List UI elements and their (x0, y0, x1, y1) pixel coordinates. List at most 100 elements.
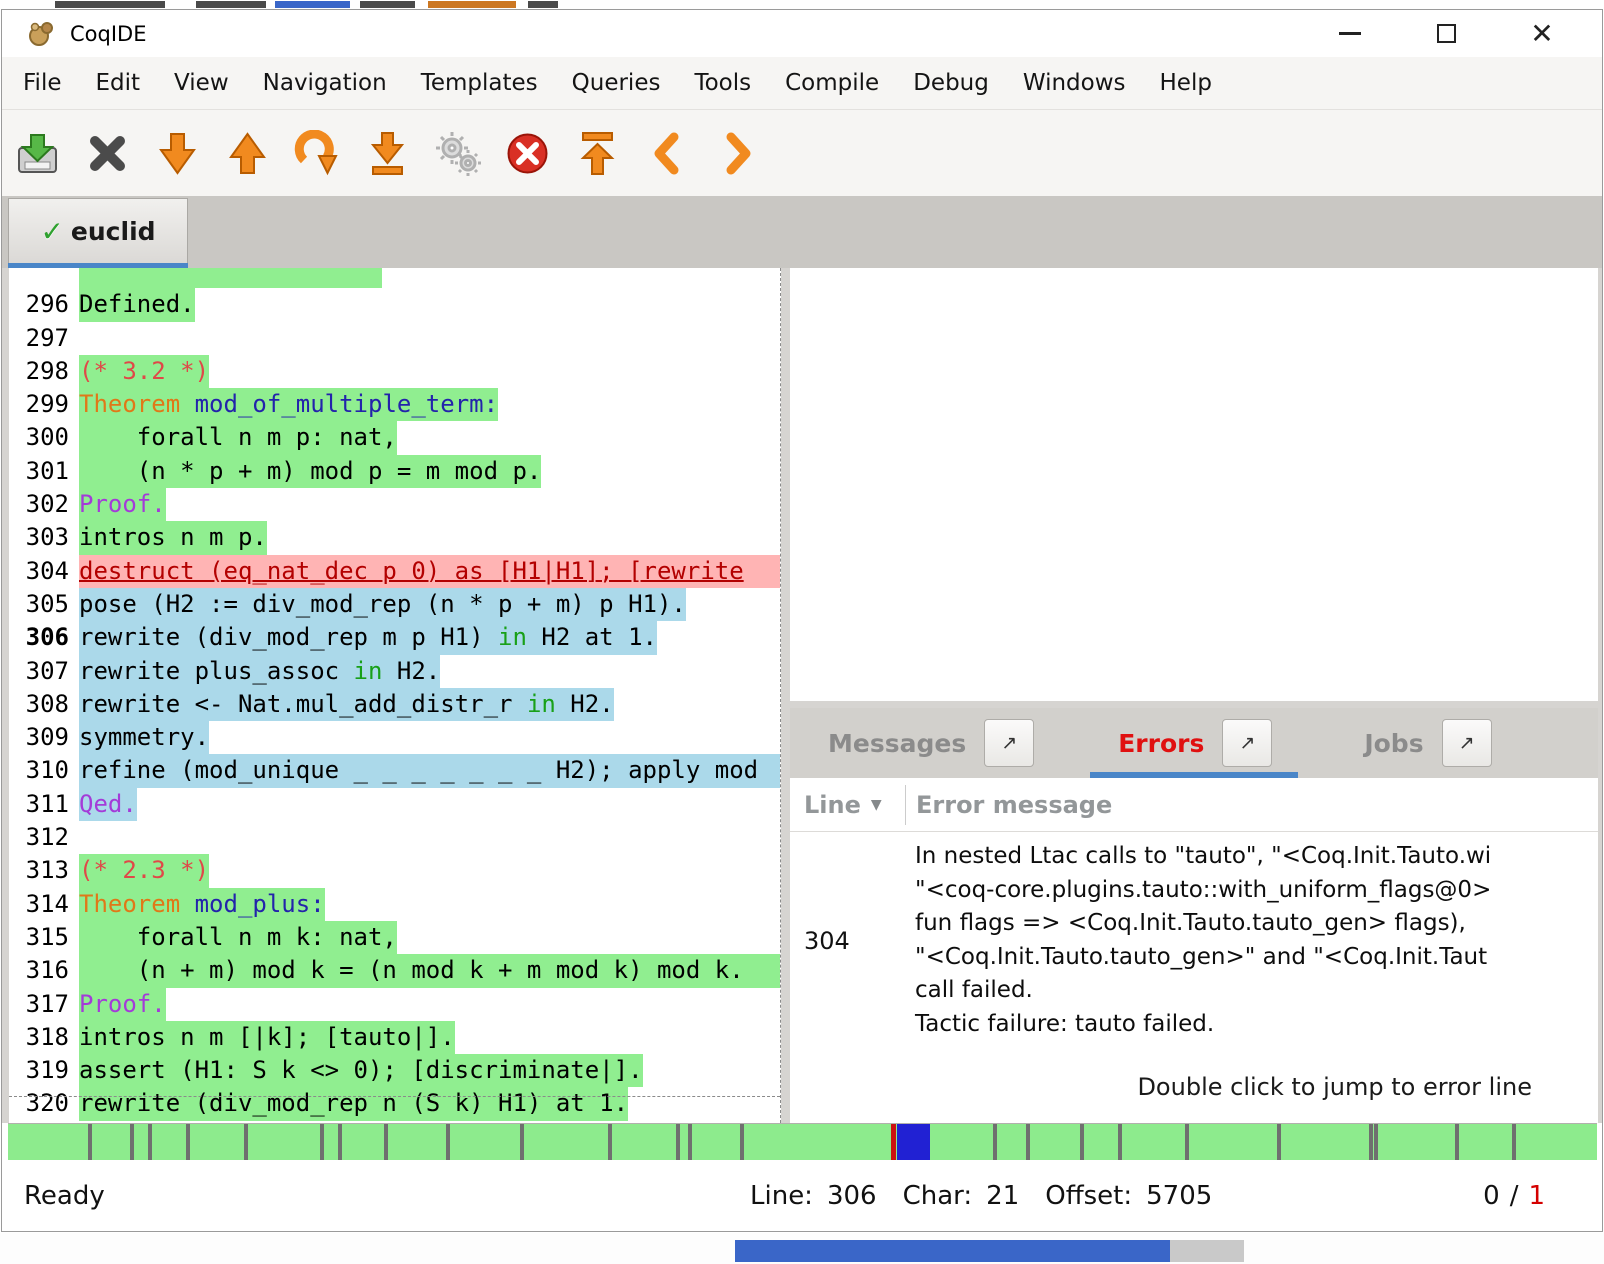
vertical-splitter[interactable] (781, 268, 790, 1123)
line-number: 299 (9, 388, 79, 421)
code-line[interactable]: 307rewrite plus_assoc in H2. (9, 655, 780, 688)
code-line[interactable]: 310refine (mod_unique _ _ _ _ _ _ _ H2);… (9, 754, 780, 787)
menu-navigation[interactable]: Navigation (246, 70, 404, 96)
code-line[interactable]: 317Proof. (9, 988, 780, 1021)
progress-tick (1277, 1124, 1281, 1160)
counter-separator: / (1510, 1181, 1519, 1211)
code-line[interactable]: 303intros n m p. (9, 521, 780, 554)
code-line[interactable]: 316 (n + m) mod k = (n mod k + m mod k) … (9, 954, 780, 987)
code-line[interactable]: 318intros n m [|k]; [tauto|]. (9, 1021, 780, 1054)
close-buffer-button[interactable] (84, 130, 131, 177)
menu-windows[interactable]: Windows (1006, 70, 1143, 96)
tab-euclid[interactable]: ✓ euclid (8, 198, 188, 263)
code-line[interactable]: 296Defined. (9, 288, 780, 321)
menu-tools[interactable]: Tools (677, 70, 768, 96)
code-line[interactable]: 319assert (H1: S k <> 0); [discriminate|… (9, 1054, 780, 1087)
next-occurrence-button[interactable] (714, 130, 761, 177)
code-line[interactable]: 304destruct (eq_nat_dec p 0) as [H1|H1];… (9, 555, 780, 588)
minimize-button[interactable] (1328, 12, 1372, 56)
detach-errors-button[interactable]: ↗ (1222, 719, 1272, 767)
menu-templates[interactable]: Templates (404, 70, 555, 96)
code-line[interactable]: 312 (9, 821, 780, 854)
code-line[interactable]: 313(* 2.3 *) (9, 854, 780, 887)
progress-tick (1455, 1124, 1459, 1160)
menu-debug[interactable]: Debug (896, 70, 1006, 96)
menu-queries[interactable]: Queries (555, 70, 678, 96)
code-line[interactable]: 301 (n * p + m) mod p = m mod p. (9, 455, 780, 488)
code-line[interactable]: 298(* 3.2 *) (9, 355, 780, 388)
fully-check-icon (434, 130, 481, 177)
detach-jobs-button[interactable]: ↗ (1442, 719, 1492, 767)
detach-icon: ↗ (1001, 732, 1017, 754)
code-text: forall n m k: nat, (79, 921, 397, 954)
editor-lines: 296Defined.297298(* 3.2 *)299Theorem mod… (9, 268, 780, 1121)
error-counter: 0 / 1 (1483, 1181, 1545, 1211)
code-text: pose (H2 := div_mod_rep (n * p + m) p H1… (79, 588, 686, 621)
code-line[interactable]: 302Proof. (9, 488, 780, 521)
tab-jobs[interactable]: Jobs (1364, 729, 1423, 758)
tab-errors[interactable]: Errors (1118, 729, 1204, 758)
error-message-line: fun flags => <Coq.Init.Tauto.tauto_gen> … (915, 907, 1598, 941)
code-line[interactable]: 300 forall n m p: nat, (9, 421, 780, 454)
counter-right: 1 (1528, 1181, 1545, 1211)
menu-file[interactable]: File (6, 70, 79, 96)
progress-tick (446, 1124, 450, 1160)
progress-tick (88, 1124, 92, 1160)
jump-hint: Double click to jump to error line (1137, 1073, 1532, 1101)
script-editor[interactable]: 296Defined.297298(* 3.2 *)299Theorem mod… (9, 268, 781, 1123)
code-line[interactable]: 311Qed. (9, 788, 780, 821)
fully-check-button[interactable] (434, 130, 481, 177)
interrupt-button[interactable] (504, 130, 551, 177)
code-line[interactable]: 306rewrite (div_mod_rep m p H1) in H2 at… (9, 621, 780, 654)
code-line[interactable] (9, 268, 780, 288)
code-line[interactable]: 305pose (H2 := div_mod_rep (n * p + m) p… (9, 588, 780, 621)
minimize-icon (1339, 32, 1361, 35)
menu-edit[interactable]: Edit (79, 70, 158, 96)
menu-view[interactable]: View (157, 70, 246, 96)
code-line[interactable]: 315 forall n m k: nat, (9, 921, 780, 954)
line-number: 302 (9, 488, 79, 521)
line-number: 312 (9, 821, 79, 854)
code-line[interactable]: 308rewrite <- Nat.mul_add_distr_r in H2. (9, 688, 780, 721)
menubar: FileEditViewNavigationTemplatesQueriesTo… (2, 57, 1602, 110)
detach-messages-button[interactable]: ↗ (984, 719, 1034, 767)
close-button[interactable]: ✕ (1520, 12, 1564, 56)
line-number: 319 (9, 1054, 79, 1087)
line-number: 320 (9, 1087, 79, 1120)
goto-cursor-button[interactable] (294, 130, 341, 177)
restart-button[interactable] (574, 130, 621, 177)
maximize-button[interactable] (1424, 12, 1468, 56)
code-text: (* 2.3 *) (79, 854, 209, 887)
goal-panel[interactable] (790, 268, 1598, 701)
error-row[interactable]: 304 In nested Ltac calls to "tauto", "<C… (790, 832, 1598, 1041)
line-number: 304 (9, 555, 79, 588)
panel-tabs: Messages ↗ Errors ↗ Jobs ↗ (790, 708, 1598, 778)
toolbar (2, 110, 1602, 196)
clipped-gray-fragment (1170, 1240, 1244, 1262)
step-back-button[interactable] (224, 130, 271, 177)
code-line[interactable]: 299Theorem mod_of_multiple_term: (9, 388, 780, 421)
run-to-end-button[interactable] (364, 130, 411, 177)
column-header-line[interactable]: Line ▼ (790, 791, 905, 819)
code-line[interactable]: 320rewrite (div_mod_rep n (S k) H1) at 1… (9, 1087, 780, 1120)
line-value: 306 (827, 1181, 877, 1211)
previous-occurrence-button[interactable] (644, 130, 691, 177)
code-text: intros n m p. (79, 521, 267, 554)
error-line-number: 304 (790, 840, 905, 1041)
tab-messages[interactable]: Messages (828, 729, 966, 758)
step-forward-button[interactable] (154, 130, 201, 177)
coqide-window: CoqIDE ✕ FileEditViewNavigationTemplates… (1, 9, 1603, 1232)
horizontal-splitter[interactable] (790, 701, 1598, 708)
code-line[interactable]: 314Theorem mod_plus: (9, 888, 780, 921)
menu-help[interactable]: Help (1143, 70, 1229, 96)
code-text: Proof. (79, 488, 166, 521)
code-line[interactable]: 309symmetry. (9, 721, 780, 754)
code-text: refine (mod_unique _ _ _ _ _ _ _ H2); ap… (79, 754, 780, 787)
line-number (9, 268, 79, 288)
code-text: Theorem mod_plus: (79, 888, 325, 921)
statusbar: Ready Line: 306 Char: 21 Offset: 5705 0 … (2, 1160, 1602, 1231)
offset-label: Offset: (1045, 1181, 1132, 1211)
save-button[interactable] (14, 130, 61, 177)
menu-compile[interactable]: Compile (768, 70, 896, 96)
code-line[interactable]: 297 (9, 322, 780, 355)
